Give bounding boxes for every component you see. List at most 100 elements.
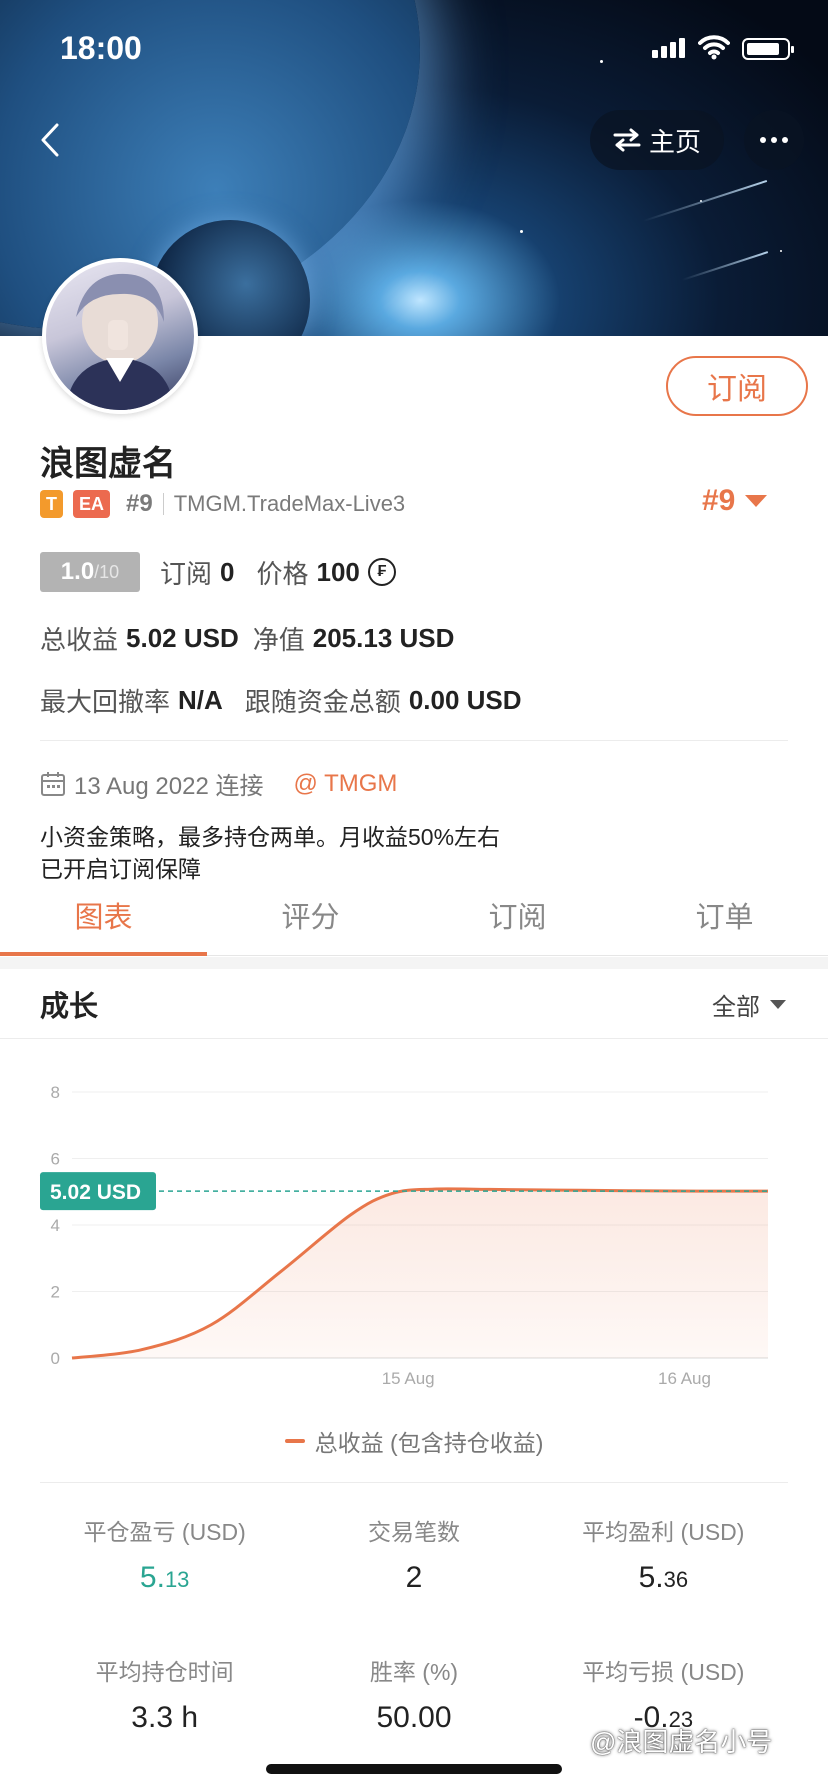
chart-legend[interactable]: 总收益 (包含持仓收益) xyxy=(0,1424,828,1458)
home-label: 主页 xyxy=(648,126,701,157)
legend-swatch xyxy=(284,1439,305,1443)
legend-label: 总收益 (包含持仓收益) xyxy=(314,1430,544,1456)
series-area xyxy=(72,1188,768,1358)
stat-value: 5.36 xyxy=(639,1561,689,1595)
price-label: 价格 xyxy=(256,558,309,589)
stat-major: 5. xyxy=(139,1561,165,1594)
stat-value: 50.00 xyxy=(376,1701,451,1735)
total-profit-value: 5.02 USD xyxy=(126,623,239,653)
stat-value: 2 xyxy=(406,1561,423,1595)
subs-value: 0 xyxy=(220,556,235,587)
stats-row-2: 总收益 5.02 USD 净值 205.13 USD xyxy=(40,620,454,657)
stat-label: 平均亏损 (USD) xyxy=(582,1658,745,1685)
caret-down-icon xyxy=(770,1000,786,1009)
server-name: TMGM.TradeMax-Live3 xyxy=(173,491,406,516)
avatar[interactable] xyxy=(42,258,198,414)
filter-label: 全部 xyxy=(712,994,760,1021)
more-dot xyxy=(782,137,788,143)
more-dot xyxy=(771,137,777,143)
follow-funds-value: 0.00 USD xyxy=(408,685,522,715)
stat-value: 3.3 h xyxy=(131,1701,198,1735)
subs-label: 订阅 xyxy=(160,558,213,589)
stat-minor: 36 xyxy=(663,1567,689,1592)
section-title: 成长 xyxy=(40,991,99,1023)
equity-label: 净值 xyxy=(252,625,305,655)
stat-major: 50.00 xyxy=(376,1700,452,1734)
switch-home-button[interactable]: 主页 xyxy=(590,110,724,170)
stats-grid: 平仓盈亏 (USD) 5.13 交易笔数 2 平均盈利 (USD) 5.36 平… xyxy=(40,1482,788,1762)
connection-meta: 13 Aug 2022 连接 @ TMGM xyxy=(40,766,397,801)
stat-cell: 胜率 (%) 50.00 xyxy=(289,1623,538,1763)
y-tick-label: 2 xyxy=(51,1283,60,1302)
growth-chart-svg: 5.02 USD 0 2 4 6 8 15 Aug 16 Aug xyxy=(40,1083,769,1388)
growth-chart[interactable]: 5.02 USD 0 2 4 6 8 15 Aug 16 Aug xyxy=(0,1060,828,1400)
x-tick-label: 15 Aug xyxy=(382,1369,435,1388)
follow-funds-label: 跟随资金总额 xyxy=(244,687,401,717)
y-tick-label: 4 xyxy=(51,1216,60,1235)
status-time: 18:00 xyxy=(60,30,142,66)
swap-icon xyxy=(613,128,641,152)
chevron-left-icon xyxy=(41,123,59,157)
current-value-label: 5.02 USD xyxy=(50,1181,141,1204)
tab-subscription[interactable]: 订阅 xyxy=(414,880,621,955)
caret-down-icon xyxy=(745,495,768,507)
subscribe-button[interactable]: 订阅 xyxy=(666,356,808,416)
tab-bar: 图表 评分 订阅 订单 xyxy=(0,880,828,956)
connected-date: 13 Aug 2022 连接 xyxy=(74,773,264,800)
watermark: @浪图虚名小号 xyxy=(590,1727,773,1757)
broker-link[interactable]: @ TMGM xyxy=(293,770,397,798)
stat-minor: 13 xyxy=(164,1567,190,1592)
equity-value: 205.13 USD xyxy=(312,623,455,653)
stat-label: 胜率 (%) xyxy=(369,1658,459,1685)
tag-ea: EA xyxy=(73,490,111,518)
stat-label: 平均持仓时间 xyxy=(95,1658,234,1685)
divider xyxy=(162,493,164,515)
stat-label: 平仓盈亏 (USD) xyxy=(83,1519,246,1545)
stat-major: 2 xyxy=(405,1561,423,1594)
y-tick-label: 0 xyxy=(51,1349,60,1368)
growth-header: 成长 全部 xyxy=(0,969,828,1039)
rank-big-label: #9 xyxy=(702,484,736,517)
home-indicator[interactable] xyxy=(266,1764,562,1774)
tag-t: T xyxy=(40,490,63,518)
rank-dropdown[interactable]: #9 xyxy=(702,484,768,518)
range-filter-dropdown[interactable]: 全部 xyxy=(712,987,786,1022)
stat-major: 5. xyxy=(638,1561,664,1594)
stat-cell: 平均持仓时间 3.3 h xyxy=(40,1623,289,1763)
shooting-star xyxy=(681,251,769,281)
more-button[interactable] xyxy=(744,110,804,170)
stat-label: 平均盈利 (USD) xyxy=(582,1519,745,1545)
more-dot xyxy=(760,137,766,143)
star xyxy=(520,230,523,233)
description-line: 已开启订阅保障 xyxy=(40,856,201,882)
stat-value: 5.13 xyxy=(140,1561,190,1595)
stat-label: 交易笔数 xyxy=(367,1519,460,1545)
tab-chart[interactable]: 图表 xyxy=(0,880,207,956)
stat-major: 3.3 h xyxy=(131,1700,199,1734)
total-profit-label: 总收益 xyxy=(40,625,119,655)
divider xyxy=(40,740,788,741)
score-badge: 1.0/10 xyxy=(40,552,140,592)
stats-row-1: 1.0/10 订阅 0 价格 100 ₣ xyxy=(40,552,396,592)
x-tick-label: 16 Aug xyxy=(658,1369,711,1388)
coin-icon: ₣ xyxy=(367,558,396,586)
score-max: /10 xyxy=(94,561,120,582)
price-value: 100 xyxy=(316,556,360,587)
wifi-icon xyxy=(698,34,730,65)
star xyxy=(780,250,782,252)
section-spacer xyxy=(0,957,828,969)
back-button[interactable] xyxy=(22,104,78,176)
tab-orders[interactable]: 订单 xyxy=(621,880,828,955)
stat-cell: 平仓盈亏 (USD) 5.13 xyxy=(40,1483,289,1623)
y-tick-label: 6 xyxy=(51,1150,60,1169)
cellular-signal-icon xyxy=(652,38,688,58)
status-bar: 18:00 xyxy=(0,0,828,96)
stat-cell: 交易笔数 2 xyxy=(289,1483,538,1623)
max-drawdown-label: 最大回撤率 xyxy=(40,687,171,717)
profile-tags: T EA #9 TMGM.TradeMax-Live3 xyxy=(40,488,405,520)
max-drawdown-value: N/A xyxy=(178,685,223,715)
calendar-icon xyxy=(41,771,65,796)
rank-small: #9 xyxy=(126,490,153,517)
battery-icon xyxy=(742,38,794,60)
tab-rating[interactable]: 评分 xyxy=(207,880,414,955)
